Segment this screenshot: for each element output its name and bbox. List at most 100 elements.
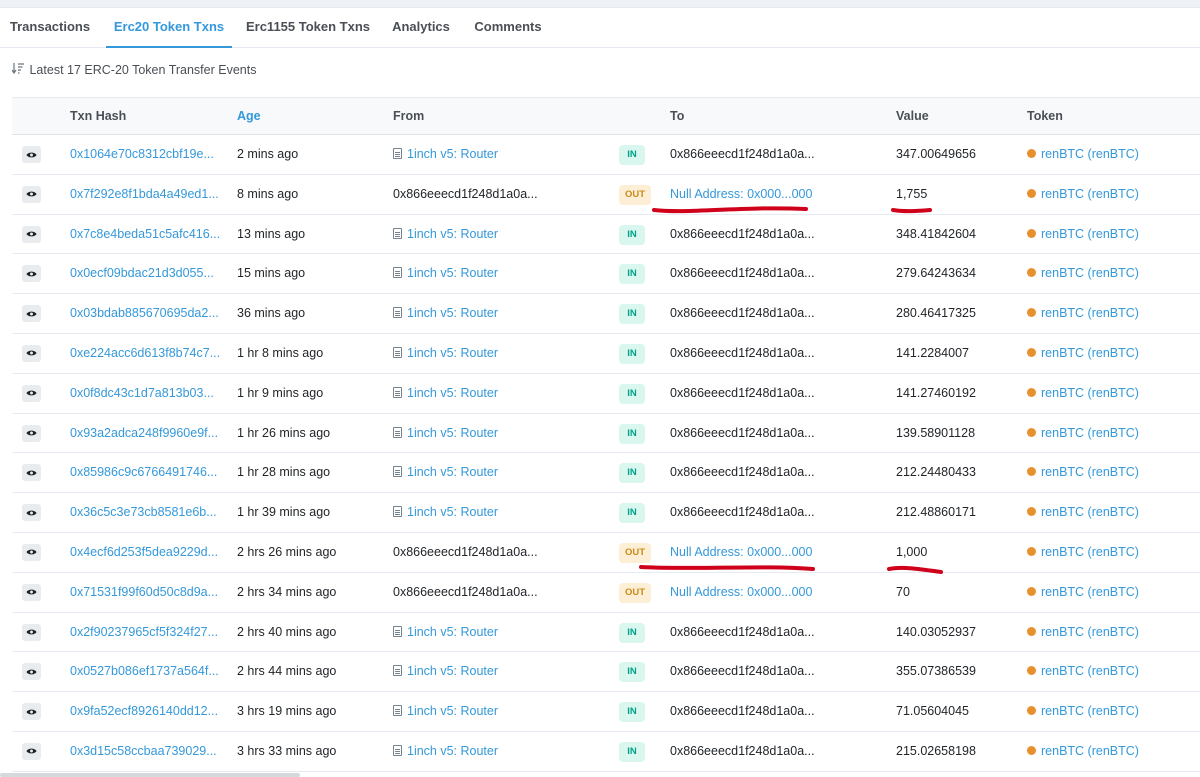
eye-icon[interactable] (22, 663, 41, 681)
from-address-link[interactable]: 1inch v5: Router (407, 465, 498, 479)
eye-icon[interactable] (22, 424, 41, 442)
to-address[interactable]: Null Address: 0x000...000 (670, 573, 812, 612)
to-address[interactable]: 0x866eeecd1f248d1a0a... (670, 294, 815, 333)
token-link[interactable]: renBTC (renBTC) (1027, 652, 1139, 691)
from-address-link[interactable]: 1inch v5: Router (407, 625, 498, 639)
eye-icon[interactable] (22, 265, 41, 283)
to-address[interactable]: 0x866eeecd1f248d1a0a... (670, 493, 815, 532)
txn-hash-link[interactable]: 0x3d15c58ccbaa739029... (70, 732, 217, 771)
file-text-icon (393, 426, 402, 438)
eye-icon[interactable] (22, 703, 41, 721)
from-address[interactable]: 0x866eeecd1f248d1a0a... (393, 187, 538, 201)
from-address-link[interactable]: 1inch v5: Router (407, 266, 498, 280)
to-address[interactable]: 0x866eeecd1f248d1a0a... (670, 135, 815, 174)
tab-analytics[interactable]: Analytics (387, 8, 455, 48)
to-address[interactable]: 0x866eeecd1f248d1a0a... (670, 334, 815, 373)
token-link[interactable]: renBTC (renBTC) (1027, 732, 1139, 771)
from-address-link[interactable]: 1inch v5: Router (407, 346, 498, 360)
from-address-link[interactable]: 1inch v5: Router (407, 744, 498, 758)
eye-icon[interactable] (22, 464, 41, 482)
token-link[interactable]: renBTC (renBTC) (1027, 573, 1139, 612)
txn-hash-link[interactable]: 0x36c5c3e73cb8581e6b... (70, 493, 217, 532)
token-link[interactable]: renBTC (renBTC) (1027, 175, 1139, 214)
txn-hash-link[interactable]: 0x71531f99f60d50c8d9a... (70, 573, 218, 612)
horizontal-scrollbar[interactable] (0, 773, 300, 777)
direction-badge: IN (619, 662, 645, 683)
from-address[interactable]: 0x866eeecd1f248d1a0a... (393, 585, 538, 599)
txn-hash-link[interactable]: 0x2f90237965cf5f324f27... (70, 613, 218, 652)
txn-hash-link[interactable]: 0x0f8dc43c1d7a813b03... (70, 374, 214, 413)
to-address[interactable]: 0x866eeecd1f248d1a0a... (670, 374, 815, 413)
token-link[interactable]: renBTC (renBTC) (1027, 414, 1139, 453)
from-address-link[interactable]: 1inch v5: Router (407, 227, 498, 241)
eye-icon[interactable] (22, 146, 41, 163)
direction-badge: IN (619, 702, 645, 723)
token-name: renBTC (renBTC) (1041, 345, 1139, 360)
to-address[interactable]: Null Address: 0x000...000 (670, 533, 812, 572)
transfer-value: 212.48860171 (896, 505, 976, 520)
token-link[interactable]: renBTC (renBTC) (1027, 254, 1139, 293)
txn-hash-link[interactable]: 0x7f292e8f1bda4a49ed1... (70, 175, 219, 214)
from-address-link[interactable]: 1inch v5: Router (407, 664, 498, 678)
txn-hash-link[interactable]: 0x7c8e4beda51c5afc416... (70, 215, 220, 254)
renbtc-token-icon (1027, 666, 1036, 676)
txn-age: 3 hrs 33 mins ago (237, 743, 337, 758)
token-link[interactable]: renBTC (renBTC) (1027, 334, 1139, 373)
token-link[interactable]: renBTC (renBTC) (1027, 135, 1139, 174)
to-address[interactable]: 0x866eeecd1f248d1a0a... (670, 692, 815, 731)
eye-icon[interactable] (22, 185, 41, 203)
token-link[interactable]: renBTC (renBTC) (1027, 294, 1139, 333)
from-address-link[interactable]: 1inch v5: Router (407, 426, 498, 440)
from-address-link[interactable]: 1inch v5: Router (407, 147, 498, 161)
token-link[interactable]: renBTC (renBTC) (1027, 453, 1139, 492)
to-address[interactable]: 0x866eeecd1f248d1a0a... (670, 215, 815, 254)
token-link[interactable]: renBTC (renBTC) (1027, 215, 1139, 254)
txn-hash-link[interactable]: 0x0ecf09bdac21d3d055... (70, 254, 214, 293)
token-link[interactable]: renBTC (renBTC) (1027, 692, 1139, 731)
txn-age: 8 mins ago (237, 186, 299, 201)
eye-icon[interactable] (22, 543, 41, 561)
eye-icon[interactable] (22, 344, 41, 362)
from-address-link[interactable]: 1inch v5: Router (407, 505, 498, 519)
to-address[interactable]: 0x866eeecd1f248d1a0a... (670, 613, 815, 652)
txn-hash-link[interactable]: 0x4ecf6d253f5dea9229d... (70, 533, 218, 572)
to-address[interactable]: 0x866eeecd1f248d1a0a... (670, 414, 815, 453)
txn-hash-link[interactable]: 0x85986c9c6766491746... (70, 453, 217, 492)
token-link[interactable]: renBTC (renBTC) (1027, 374, 1139, 413)
from-address-link[interactable]: 1inch v5: Router (407, 306, 498, 320)
tab-erc1155-token-txns[interactable]: Erc1155 Token Txns (243, 8, 373, 48)
token-link[interactable]: renBTC (renBTC) (1027, 613, 1139, 652)
txn-hash-link[interactable]: 0x9fa52ecf8926140dd12... (70, 692, 218, 731)
eye-icon[interactable] (22, 225, 41, 243)
token-link[interactable]: renBTC (renBTC) (1027, 493, 1139, 532)
tab-erc20-token-txns[interactable]: Erc20 Token Txns (106, 8, 232, 48)
from-address-link[interactable]: 1inch v5: Router (407, 386, 498, 400)
to-address[interactable]: Null Address: 0x000...000 (670, 175, 812, 214)
eye-icon[interactable] (22, 583, 41, 601)
eye-icon[interactable] (22, 623, 41, 641)
tab-transactions[interactable]: Transactions (0, 8, 100, 48)
token-name: renBTC (renBTC) (1041, 186, 1139, 201)
eye-icon[interactable] (22, 504, 41, 522)
tab-comments[interactable]: Comments (470, 8, 546, 48)
to-address[interactable]: 0x866eeecd1f248d1a0a... (670, 652, 815, 691)
eye-icon[interactable] (22, 305, 41, 323)
to-address[interactable]: 0x866eeecd1f248d1a0a... (670, 453, 815, 492)
txn-hash-link[interactable]: 0x0527b086ef1737a564f... (70, 652, 219, 691)
from-address-link[interactable]: 1inch v5: Router (407, 704, 498, 718)
txn-hash-link[interactable]: 0x1064e70c8312cbf19e... (70, 135, 214, 174)
txn-hash-link[interactable]: 0x03bdab885670695da2... (70, 294, 219, 333)
from-address[interactable]: 0x866eeecd1f248d1a0a... (393, 545, 538, 559)
eye-icon[interactable] (22, 384, 41, 402)
direction-badge: IN (619, 343, 645, 364)
file-text-icon (393, 148, 402, 159)
to-address[interactable]: 0x866eeecd1f248d1a0a... (670, 254, 815, 293)
column-header-age[interactable]: Age (237, 98, 261, 135)
txn-hash-link[interactable]: 0xe224acc6d613f8b74c7... (70, 334, 220, 373)
token-name: renBTC (renBTC) (1041, 743, 1139, 758)
token-link[interactable]: renBTC (renBTC) (1027, 533, 1139, 572)
to-address[interactable]: 0x866eeecd1f248d1a0a... (670, 732, 815, 771)
eye-icon[interactable] (22, 742, 41, 760)
renbtc-token-icon (1027, 706, 1036, 716)
txn-hash-link[interactable]: 0x93a2adca248f9960e9f... (70, 414, 218, 453)
